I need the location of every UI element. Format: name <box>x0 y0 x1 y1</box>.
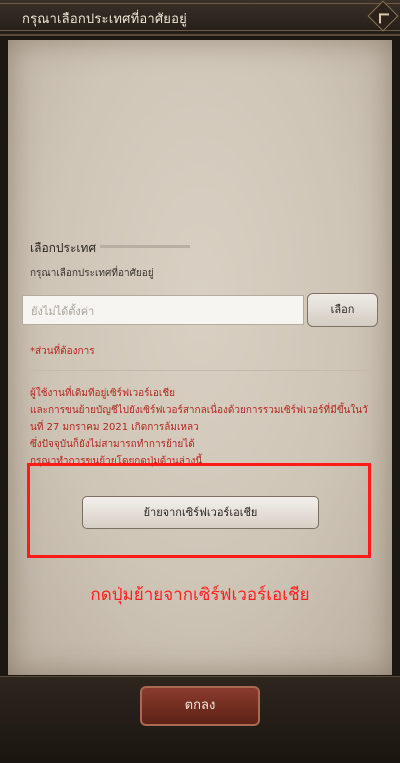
ok-button[interactable]: ตกลง <box>140 686 260 726</box>
country-label-underline <box>100 245 190 248</box>
required-note: *ส่วนที่ต้องการ <box>30 346 95 357</box>
select-country-button[interactable]: เลือก <box>307 293 378 327</box>
country-label: เลือกประเทศ <box>30 241 97 255</box>
country-input[interactable]: ยังไม่ได้ตั้งค่า <box>22 295 304 325</box>
page-title: กรุณาเลือกประเทศที่อาศัยอยู่ <box>22 12 187 27</box>
move-from-asia-server-button[interactable]: ย้ายจากเซิร์ฟเวอร์เอเชีย <box>82 496 319 529</box>
notice-line: และการขนย้ายบัญชีไปยังเซิร์ฟเวอร์สากลเนื… <box>30 405 368 416</box>
instruction-caption: กดปุ่มย้ายจากเซิร์ฟเวอร์เอเชีย <box>90 585 310 605</box>
country-sublabel: กรุณาเลือกประเทศที่อาศัยอยู่ <box>30 268 154 279</box>
notice-line: ซึ่งปัจจุบันก็ยังไม่สามารถทำการย้ายได้ <box>30 439 195 450</box>
diamond-back-icon[interactable] <box>367 0 399 32</box>
notice-line: นที่ 27 มกราคม 2021 เกิดการล้มเหลว <box>30 422 199 433</box>
header-divider-top <box>0 3 400 4</box>
header-divider-bottom <box>0 30 400 31</box>
server-notice: ผู้ใช้งานที่เดิมทีอยู่เซิร์ฟเวอร์เอเชีย … <box>30 385 375 470</box>
header-bar: กรุณาเลือกประเทศที่อาศัยอยู่ <box>0 0 400 36</box>
notice-line: ผู้ใช้งานที่เดิมทีอยู่เซิร์ฟเวอร์เอเชีย <box>30 388 175 399</box>
section-divider <box>22 370 378 371</box>
